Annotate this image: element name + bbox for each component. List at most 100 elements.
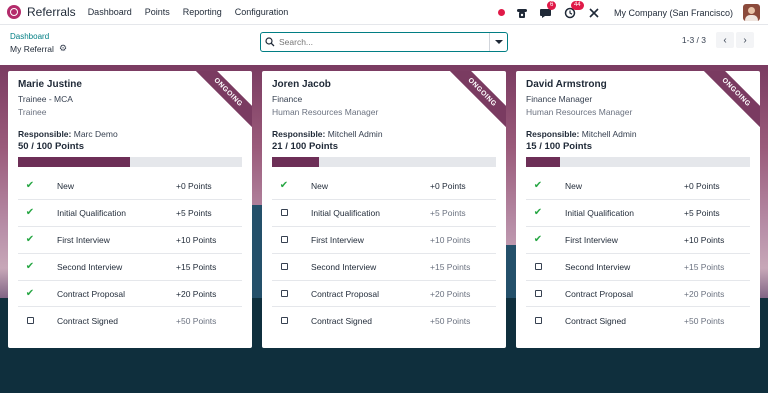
responsible-line: Responsible: Marc Demo [18,129,118,139]
stage-name: Contract Signed [311,315,372,326]
stage-points: +20 Points [430,288,471,299]
company-switcher[interactable]: My Company (San Francisco) [614,8,733,18]
checkmark-icon: ✔ [25,180,35,192]
stage-list: ✔ New +0 Points ✔ Initial Qualification +5 Po… [526,173,750,334]
breadcrumb-dashboard-link[interactable]: Dashboard [10,32,49,41]
stage-name: First Interview [565,234,618,245]
checkbox-empty-icon[interactable] [526,263,550,271]
stage-points: +20 Points [684,288,725,299]
stage-name: First Interview [311,234,364,245]
stage-points: +5 Points [176,207,212,218]
status-ribbon: ONGOING [698,71,760,131]
stage-name: Contract Signed [565,315,626,326]
referrals-logo-icon [7,5,21,19]
checkbox-empty-icon[interactable] [526,290,550,297]
stage-row: Contract Proposal +20 Points [526,281,750,308]
search-options-toggle[interactable] [489,33,507,51]
checkbox-empty-icon[interactable] [272,317,296,325]
app-name: Referrals [27,5,76,19]
stage-points: +15 Points [176,261,217,272]
checkbox-empty-icon[interactable] [272,290,296,297]
menu-item-dashboard[interactable]: Dashboard [88,7,132,17]
search-icon [261,33,279,51]
gear-icon[interactable]: ⚙ [59,43,67,54]
stage-row: First Interview +10 Points [272,227,496,254]
stage-name: Second Interview [57,261,123,272]
responsible-label: Responsible: [272,129,326,139]
app-brand[interactable]: Referrals [7,5,76,19]
stage-row: Contract Signed +50 Points [18,307,242,334]
checkbox-empty-icon[interactable] [272,236,296,244]
checkbox-empty-icon[interactable] [272,209,296,217]
messages-icon[interactable]: 6 [539,0,557,20]
recording-dot-icon[interactable] [497,9,505,16]
stage-row: Contract Signed +50 Points [526,307,750,334]
responsible-line: Responsible: Mitchell Admin [272,129,383,139]
stage-points: +15 Points [430,261,471,272]
stage-name: Second Interview [565,261,631,272]
stage-name: Contract Proposal [311,288,380,299]
stage-row: Second Interview +15 Points [526,254,750,281]
stage-points: +0 Points [430,180,466,191]
referral-name: David Armstrong [526,79,607,90]
referral-name: Marie Justine [18,79,82,90]
stage-row: ✔ New +0 Points [272,173,496,200]
stage-name: Contract Signed [57,315,118,326]
tools-icon[interactable] [587,6,601,20]
user-avatar[interactable] [743,4,760,21]
pager-next-button[interactable]: › [736,32,754,48]
checkmark-icon: ✔ [279,180,289,192]
stage-row: ✔ Second Interview +15 Points [18,254,242,281]
referral-card[interactable]: Marie Justine Trainee - MCA Trainee ONGOING… [8,71,252,348]
referral-position: Human Resources Manager [272,107,379,117]
points-progress-fill [272,157,320,167]
control-panel: Dashboard My Referral ⚙ 1-3 / 3 ‹ › [0,25,768,65]
points-progress-fill [18,157,130,167]
checkbox-empty-icon[interactable] [526,317,550,325]
points-progress-bar [18,157,242,167]
points-total: 21 / 100 Points [272,141,339,152]
stage-points: +15 Points [684,261,725,272]
activities-clock-icon[interactable]: 44 [563,0,584,20]
responsible-name: Mitchell Admin [327,129,383,139]
points-progress-bar [526,157,750,167]
phone-icon[interactable] [515,6,529,20]
checkmark-icon: ✔ [25,207,35,219]
pager-previous-button[interactable]: ‹ [716,32,734,48]
stage-row: ✔ First Interview +10 Points [526,227,750,254]
stage-points: +10 Points [176,234,217,245]
stage-name: Contract Proposal [565,288,634,299]
pager: 1-3 / 3 ‹ › [682,32,754,48]
checkbox-empty-icon[interactable] [18,317,42,325]
stage-row: Initial Qualification +5 Points [272,200,496,227]
points-total: 50 / 100 Points [18,141,85,152]
stage-name: New [311,180,329,191]
stage-points: +50 Points [430,315,471,326]
breadcrumb-current: My Referral ⚙ [10,43,67,54]
status-ribbon: ONGOING [444,71,506,131]
checkmark-icon: ✔ [533,234,543,246]
stage-row: ✔ Contract Proposal +20 Points [18,281,242,308]
stage-points: +50 Points [176,315,217,326]
checkmark-icon: ✔ [25,288,35,299]
menu-item-reporting[interactable]: Reporting [183,7,222,17]
referral-card[interactable]: Joren Jacob Finance Human Resources Manage… [262,71,506,348]
status-ribbon: ONGOING [190,71,252,131]
stage-name: Second Interview [311,261,377,272]
referral-name: Joren Jacob [272,79,331,90]
stage-row: ✔ Initial Qualification +5 Points [18,200,242,227]
responsible-name: Marc Demo [73,129,118,139]
referral-job: Trainee - MCA [18,94,73,104]
search-bar [260,32,508,52]
stage-name: Initial Qualification [311,207,380,218]
referral-position: Human Resources Manager [526,107,633,117]
top-navbar: Referrals Dashboard Points Reporting Con… [0,0,768,25]
stage-points: +10 Points [684,234,725,245]
menu-item-points[interactable]: Points [145,7,170,17]
menu-item-configuration[interactable]: Configuration [235,7,289,17]
pager-value[interactable]: 1-3 / 3 [682,35,706,45]
stage-list: ✔ New +0 Points ✔ Initial Qualification +5 Po… [18,173,242,334]
checkbox-empty-icon[interactable] [272,263,296,271]
search-input[interactable] [279,34,489,50]
referral-card[interactable]: David Armstrong Finance Manager Human Reso… [516,71,760,348]
